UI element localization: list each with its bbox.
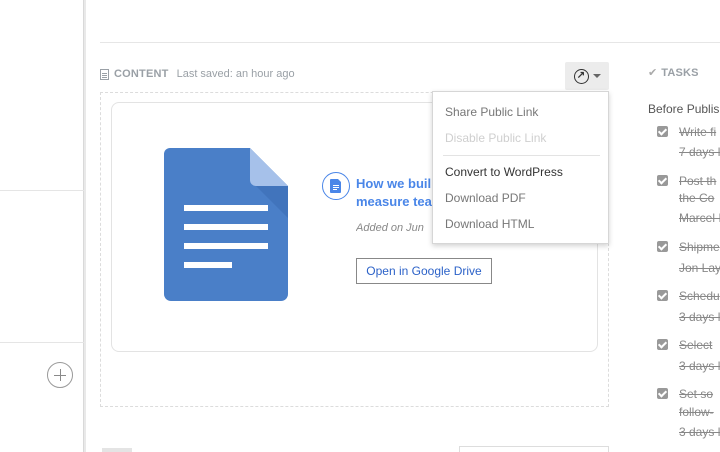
tasks-header: ✔ TASKS: [648, 66, 699, 80]
task-checkbox[interactable]: [657, 241, 668, 252]
menu-item-disable-public-link: Disable Public Link: [445, 131, 547, 145]
sidebar-divider: [0, 190, 84, 191]
document-added-date: Added on Jun: [356, 222, 424, 234]
page: CONTENT Last saved: an hour ago ↗ How we: [0, 0, 720, 452]
task-title: Post th: [679, 174, 717, 188]
task-title: Set so: [679, 387, 714, 401]
document-badge-icon: [322, 172, 350, 200]
document-title-line: How we buil: [356, 176, 432, 191]
check-icon: ✔: [648, 67, 658, 79]
sidebar-border: [84, 0, 86, 452]
left-sidebar: [0, 0, 84, 452]
task-group-title: Before Publis: [648, 102, 720, 116]
share-menu-button[interactable]: ↗: [565, 62, 609, 90]
task-meta: 7 days l: [679, 145, 720, 159]
task-meta: Jon Lay: [679, 261, 720, 275]
plus-circle-icon[interactable]: [47, 362, 73, 388]
menu-item-download-html[interactable]: Download HTML: [445, 217, 534, 231]
task-title: the Co: [679, 191, 715, 205]
sidebar-divider: [0, 342, 84, 343]
share-dropdown-menu: Share Public Link Disable Public Link Co…: [432, 91, 609, 244]
menu-divider: [443, 155, 600, 156]
task-checkbox[interactable]: [657, 290, 668, 301]
task-title: Shipme: [679, 240, 720, 254]
document-title-link[interactable]: How we buil measure tea: [356, 175, 436, 215]
task-title: follow-: [679, 405, 714, 419]
content-header: CONTENT Last saved: an hour ago: [100, 66, 295, 82]
share-link-icon: ↗: [573, 68, 589, 84]
open-in-google-drive-button[interactable]: Open in Google Drive: [356, 258, 492, 284]
menu-item-download-pdf[interactable]: Download PDF: [445, 191, 526, 205]
chevron-down-icon: [592, 74, 601, 78]
task-title: Schedu: [679, 289, 720, 303]
document-icon: [100, 68, 109, 80]
menu-item-convert-to-wordpress[interactable]: Convert to WordPress: [445, 165, 563, 179]
task-title: Write fi: [679, 125, 717, 139]
last-saved-text: Last saved: an hour ago: [176, 68, 295, 80]
task-checkbox[interactable]: [657, 126, 668, 137]
menu-item-share-public-link[interactable]: Share Public Link: [445, 105, 538, 119]
task-checkbox[interactable]: [657, 175, 668, 186]
task-meta: Marcel I: [679, 211, 720, 225]
bottom-input-field[interactable]: [459, 446, 609, 452]
tasks-label: TASKS: [661, 66, 699, 79]
top-separator: [100, 42, 720, 43]
document-title-line: measure tea: [356, 194, 432, 209]
task-meta: 3 days l: [679, 310, 720, 324]
task-meta: 3 days l: [679, 425, 720, 439]
task-checkbox[interactable]: [657, 339, 668, 350]
task-title: Select: [679, 338, 713, 352]
section-heading-fragment: [102, 448, 132, 452]
content-label: CONTENT: [114, 68, 169, 80]
task-checkbox[interactable]: [657, 388, 668, 399]
google-docs-icon: [164, 148, 288, 301]
task-meta: 3 days l: [679, 359, 720, 373]
